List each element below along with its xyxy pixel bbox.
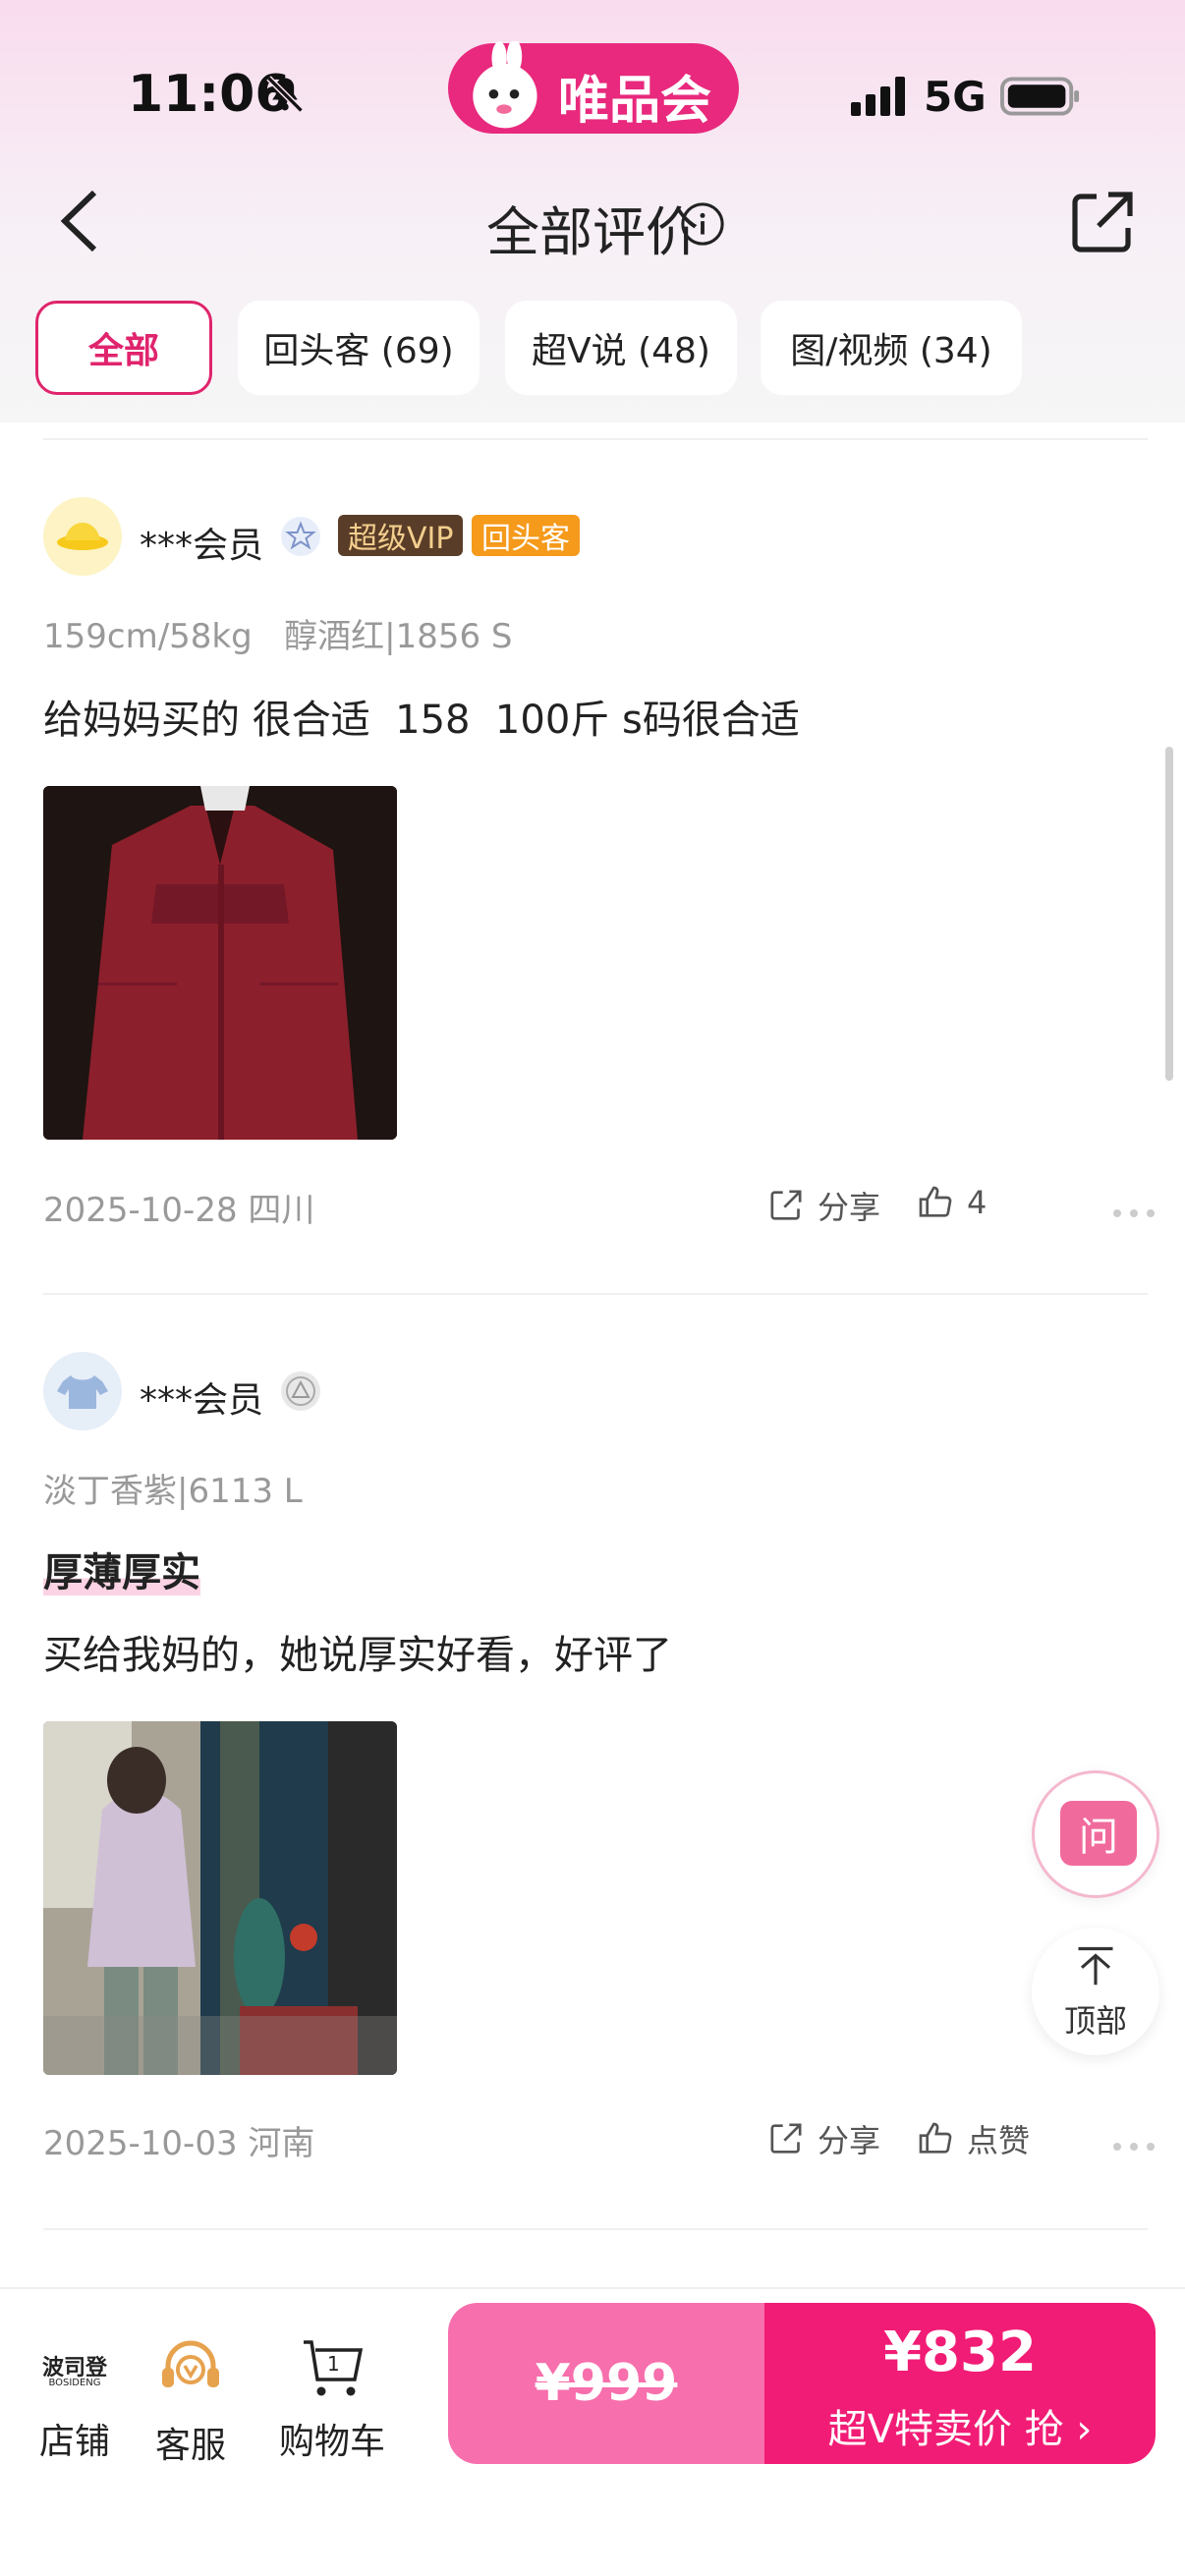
like-button[interactable]: 4 <box>916 1183 987 1222</box>
scrollbar[interactable] <box>1165 747 1173 1081</box>
share-button[interactable]: 分享 <box>766 2116 880 2161</box>
ask-question-button[interactable]: 问 <box>1032 1770 1159 1898</box>
share-button[interactable]: 分享 <box>766 1183 880 1228</box>
like-button[interactable]: 点赞 <box>916 2116 1030 2161</box>
back-to-top-label: 顶部 <box>1063 2002 1127 2040</box>
review-photo[interactable] <box>43 1721 397 2075</box>
sale-price: ¥832 <box>883 2321 1037 2384</box>
network-type: 5G <box>924 73 987 121</box>
brand-name: 唯品会 <box>558 72 712 131</box>
battery-icon <box>1000 77 1080 116</box>
member-level-icon <box>281 1372 320 1411</box>
arrow-up-icon <box>1078 1946 1113 1986</box>
review-date-location: 2025-10-03 河南 <box>43 2124 315 2163</box>
buy-panel: ¥999 ¥832 超V特卖价 抢 › <box>448 2303 1156 2464</box>
cart-count: 1 <box>327 2352 340 2376</box>
like-label: 点赞 <box>967 2122 1031 2159</box>
review-headline: 厚薄厚实 <box>43 1540 200 1597</box>
brand-pill[interactable]: 唯品会 <box>448 41 739 134</box>
avatar[interactable] <box>43 497 122 576</box>
tshirt-icon <box>57 1375 108 1409</box>
avatar[interactable] <box>43 1352 122 1430</box>
divider <box>43 438 1148 440</box>
more-icon[interactable] <box>1110 1206 1157 1220</box>
ask-label: 问 <box>1060 1801 1137 1866</box>
review-photo[interactable] <box>43 786 397 1140</box>
share-label: 分享 <box>818 2122 881 2159</box>
thumbs-up-icon <box>919 1186 952 1217</box>
review-meta: 159cm/58kg 醇酒红|1856 S <box>43 617 513 656</box>
page-title: 全部评价 <box>486 201 699 263</box>
service-label: 客服 <box>154 2426 226 2466</box>
bottom-bar: 波司登 BOSIDENG 店铺 客服 1 购物车 ¥999 ¥832 超V特卖价… <box>0 2287 1185 2576</box>
like-count: 4 <box>967 1184 988 1221</box>
divider <box>43 2228 1148 2230</box>
share-label: 分享 <box>818 1189 881 1226</box>
share-icon[interactable] <box>1069 189 1136 255</box>
tab-photo-video[interactable]: 图/视频 (34) <box>761 301 1022 395</box>
buy-cta-label: 超V特卖价 抢 › <box>827 2407 1093 2452</box>
lilac-jacket-photo <box>43 1721 397 2075</box>
share-icon <box>770 2123 802 2154</box>
more-icon[interactable] <box>1110 2140 1157 2154</box>
shop-label: 店铺 <box>38 2422 110 2462</box>
shop-logo-text-en: BOSIDENG <box>48 2378 101 2388</box>
review-date-location: 2025-10-28 四川 <box>43 1191 315 1230</box>
shop-logo-icon: 波司登 BOSIDENG <box>40 2336 109 2399</box>
review-meta: 淡丁香紫|6113 L <box>43 1472 303 1511</box>
tab-returning-customers[interactable]: 回头客 (69) <box>238 301 480 395</box>
member-level-icon <box>281 517 320 556</box>
cart-button[interactable]: 1 购物车 <box>273 2336 391 2464</box>
info-icon[interactable] <box>680 201 725 247</box>
tab-all[interactable]: 全部 <box>35 301 212 395</box>
signal-icon <box>851 77 905 116</box>
cart-icon-wrap: 1 <box>298 2336 367 2399</box>
customer-service-button[interactable]: 客服 <box>132 2336 250 2468</box>
tag-super-vip: 超级VIP <box>338 515 464 556</box>
review-content: 给妈妈买的 很合适 158 100斤 s码很合适 <box>43 698 800 743</box>
original-price-section[interactable]: ¥999 <box>448 2303 764 2464</box>
headset-icon <box>162 2340 219 2387</box>
thumbs-up-icon <box>919 2122 952 2154</box>
review-headline-text: 厚薄厚实 <box>43 1550 200 1596</box>
back-to-top-button[interactable]: 顶部 <box>1032 1928 1159 2055</box>
shop-button[interactable]: 波司登 BOSIDENG 店铺 <box>16 2336 134 2464</box>
review-content: 买给我妈的，她说厚实好看，好评了 <box>43 1633 672 1678</box>
rabbit-mascot-icon <box>473 41 537 129</box>
divider <box>43 1293 1148 1295</box>
username: ***会员 <box>140 526 264 566</box>
buy-now-button[interactable]: ¥832 超V特卖价 抢 › <box>764 2303 1156 2464</box>
red-jacket-photo <box>43 786 397 1140</box>
username: ***会员 <box>140 1380 264 1421</box>
hat-icon <box>57 523 108 550</box>
original-price: ¥999 <box>535 2354 678 2413</box>
share-icon <box>770 1190 802 1220</box>
tab-super-v-reviews[interactable]: 超V说 (48) <box>505 301 737 395</box>
tag-returning-customer: 回头客 <box>472 515 580 556</box>
cart-label: 购物车 <box>278 2422 385 2462</box>
bell-muted-icon <box>266 76 304 113</box>
